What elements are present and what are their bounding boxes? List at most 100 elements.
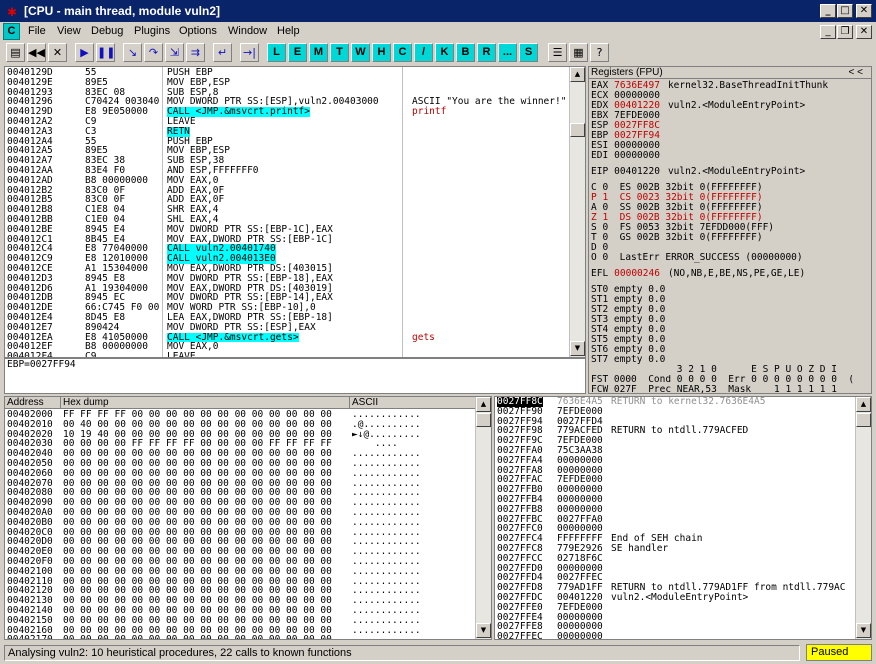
toolbar-e-button[interactable]: E — [288, 43, 307, 62]
stack-scrollbar[interactable]: ▲ ▼ — [855, 397, 871, 639]
ollydbg-bug-icon[interactable]: ✱ — [4, 3, 20, 19]
mdi-close-icon[interactable]: ✕ — [856, 25, 872, 39]
toolbar-m-button[interactable]: M — [309, 43, 328, 62]
register-row-edi[interactable]: EDI 00000000 — [591, 151, 871, 161]
fpu-status-row: 3 2 1 0 E S P U O Z D I — [591, 365, 837, 375]
register-value[interactable]: 00401220 — [614, 166, 660, 177]
step-over-icon[interactable]: ↷ — [144, 43, 163, 62]
trace-into-icon[interactable]: ⇲ — [165, 43, 184, 62]
scroll-up-icon[interactable]: ▲ — [856, 397, 871, 412]
dump-row[interactable]: 00402170 00 00 00 00 00 00 00 00 00 00 00… — [7, 634, 477, 640]
maximize-icon[interactable]: □ — [837, 4, 853, 18]
rewind-icon[interactable]: ◀◀ — [27, 43, 46, 62]
info-line: EBP=0027FF94 — [7, 359, 76, 370]
stack-row[interactable]: 0027FFD0 00000000 — [495, 563, 855, 574]
disassembly-pane[interactable]: 0040129D 55 PUSH EBP 0040129E 89E5 MOV EBP,ES… — [4, 66, 586, 358]
stack-row[interactable]: 0027FFAC 7EFDE000 — [495, 475, 855, 485]
scroll-up-icon[interactable]: ▲ — [570, 67, 585, 82]
scroll-up-icon[interactable]: ▲ — [476, 397, 491, 412]
run-icon[interactable]: ▶ — [75, 43, 94, 62]
registers-header[interactable]: Registers (FPU) < < — [589, 67, 871, 79]
disasm-scrollbar[interactable]: ▲ ▼ — [569, 67, 585, 357]
flag-row[interactable]: O 0 LastErr ERROR_SUCCESS (00000000) — [591, 253, 871, 263]
register-row-eip[interactable]: EIP 00401220 vuln2.<ModuleEntryPoint> — [591, 167, 871, 177]
close-icon[interactable]: ✕ — [48, 43, 67, 62]
fpu-status-row: FST 0000 Cond 0 0 0 0 Err 0 0 0 0 0 0 0 … — [591, 375, 855, 385]
stack-row[interactable]: 0027FFA0 75C3AA38 — [495, 446, 855, 456]
stack-row[interactable]: 0027FFC8 779E2926 SE handler — [495, 544, 855, 554]
help-icon[interactable]: ? — [590, 43, 609, 62]
minimize-icon[interactable]: _ — [820, 4, 836, 18]
registers-nav-arrows[interactable]: < < — [849, 67, 863, 79]
stack-pane[interactable]: 0027FF8C 7636E4A5 RETURN to kernel32.7636E… — [494, 396, 872, 640]
dump-scrollbar[interactable]: ▲ ▼ — [475, 397, 491, 639]
toolbar-slash-button[interactable]: / — [414, 43, 433, 62]
stack-row[interactable]: 0027FFDC 00401220 vuln2.<ModuleEntryPoint> — [495, 593, 855, 603]
close-icon[interactable]: ✕ — [856, 4, 872, 18]
menu-options[interactable]: Options — [179, 25, 217, 37]
toolbar-h-button[interactable]: H — [372, 43, 391, 62]
toolbar-t-button[interactable]: T — [330, 43, 349, 62]
toolbar-s-button[interactable]: S — [519, 43, 538, 62]
toolbar-ellipsis-button[interactable]: ... — [498, 43, 517, 62]
menu-debug[interactable]: Debug — [91, 25, 123, 37]
stack-row[interactable]: 0027FF8C 7636E4A5 RETURN to kernel32.7636E… — [495, 397, 855, 407]
stack-row[interactable]: 0027FFBC 0027FFA0 — [495, 514, 855, 525]
toolbar-k-button[interactable]: K — [435, 43, 454, 62]
list-icon[interactable]: ☰ — [548, 43, 567, 62]
registers-pane[interactable]: Registers (FPU) < < EAX 7636E497 kernel32.… — [588, 66, 872, 394]
toolbar-l-button[interactable]: L — [267, 43, 286, 62]
stack-row[interactable]: 0027FFE0 7EFDE000 — [495, 602, 855, 613]
scroll-down-icon[interactable]: ▼ — [856, 623, 871, 638]
scroll-down-icon[interactable]: ▼ — [476, 623, 491, 638]
pause-icon[interactable]: ❚❚ — [96, 43, 115, 62]
grid-icon[interactable]: ▦ — [569, 43, 588, 62]
stack-row[interactable]: 0027FF90 7EFDE000 — [495, 406, 855, 417]
stack-row[interactable]: 0027FFEC 00000000 — [495, 632, 855, 639]
stack-row[interactable]: 0027FFE4 00000000 — [495, 612, 855, 623]
dump-header-ascii[interactable]: ASCII — [350, 397, 477, 409]
stack-row[interactable]: 0027FFA4 00000000 — [495, 455, 855, 466]
stack-row[interactable]: 0027FFC4 FFFFFFFF End of SEH chain — [495, 534, 855, 544]
register-name: EFL — [591, 268, 609, 279]
mdi-minimize-icon[interactable]: _ — [820, 25, 836, 39]
hex-dump-pane[interactable]: Address Hex dump ASCII 00402000 FF FF FF … — [4, 396, 492, 640]
registers-title: Registers (FPU) — [591, 67, 663, 78]
menu-plugins[interactable]: Plugins — [134, 25, 170, 37]
flag-row[interactable]: T 0 GS 002B 32bit 0(FFFFFFFF) — [591, 233, 871, 243]
toolbar-w-button[interactable]: W — [351, 43, 370, 62]
stack-row[interactable]: 0027FFA8 00000000 — [495, 465, 855, 476]
stack-row[interactable]: 0027FFB4 00000000 — [495, 495, 855, 505]
dump-header-address[interactable]: Address — [5, 397, 61, 409]
dump-ascii: ............ — [352, 634, 421, 640]
register-value[interactable]: 00000000 — [614, 150, 660, 161]
cpu-window-icon[interactable]: C — [3, 23, 20, 40]
open-icon[interactable]: ▤ — [6, 43, 25, 62]
menu-help[interactable]: Help — [277, 25, 300, 37]
mdi-restore-icon[interactable]: ❐ — [837, 25, 853, 39]
stack-row[interactable]: 0027FFB8 00000000 — [495, 504, 855, 515]
stack-row[interactable]: 0027FFB0 00000000 — [495, 485, 855, 495]
menu-view[interactable]: View — [57, 25, 81, 37]
fpu-register-row[interactable]: ST7 empty 0.0 — [591, 355, 871, 365]
register-value[interactable]: 00000246 — [614, 268, 660, 279]
menu-window[interactable]: Window — [228, 25, 267, 37]
stack-row[interactable]: 0027FFCC 02718F6C — [495, 553, 855, 564]
scroll-down-icon[interactable]: ▼ — [570, 341, 585, 356]
stack-row[interactable]: 0027FF9C 7EFDE000 — [495, 436, 855, 446]
execute-till-return-icon[interactable]: ↵ — [213, 43, 232, 62]
menu-file[interactable]: File — [28, 25, 46, 37]
dump-header-hex[interactable]: Hex dump — [61, 397, 350, 409]
toolbar-c-button[interactable]: C — [393, 43, 412, 62]
stack-row[interactable]: 0027FFE8 00000000 — [495, 622, 855, 632]
scroll-thumb[interactable] — [476, 413, 491, 427]
step-into-icon[interactable]: ↘ — [123, 43, 142, 62]
scroll-thumb[interactable] — [570, 123, 585, 137]
register-row-efl[interactable]: EFL 00000246 (NO,NB,E,BE,NS,PE,GE,LE) — [591, 269, 871, 279]
toolbar-b-button[interactable]: B — [456, 43, 475, 62]
toolbar-r-button[interactable]: R — [477, 43, 496, 62]
trace-over-icon[interactable]: ⇉ — [186, 43, 205, 62]
stack-row[interactable]: 0027FF98 779ACFED RETURN to ntdll.779ACFED — [495, 426, 855, 436]
scroll-thumb[interactable] — [856, 413, 871, 427]
go-to-icon[interactable]: →| — [240, 43, 259, 62]
